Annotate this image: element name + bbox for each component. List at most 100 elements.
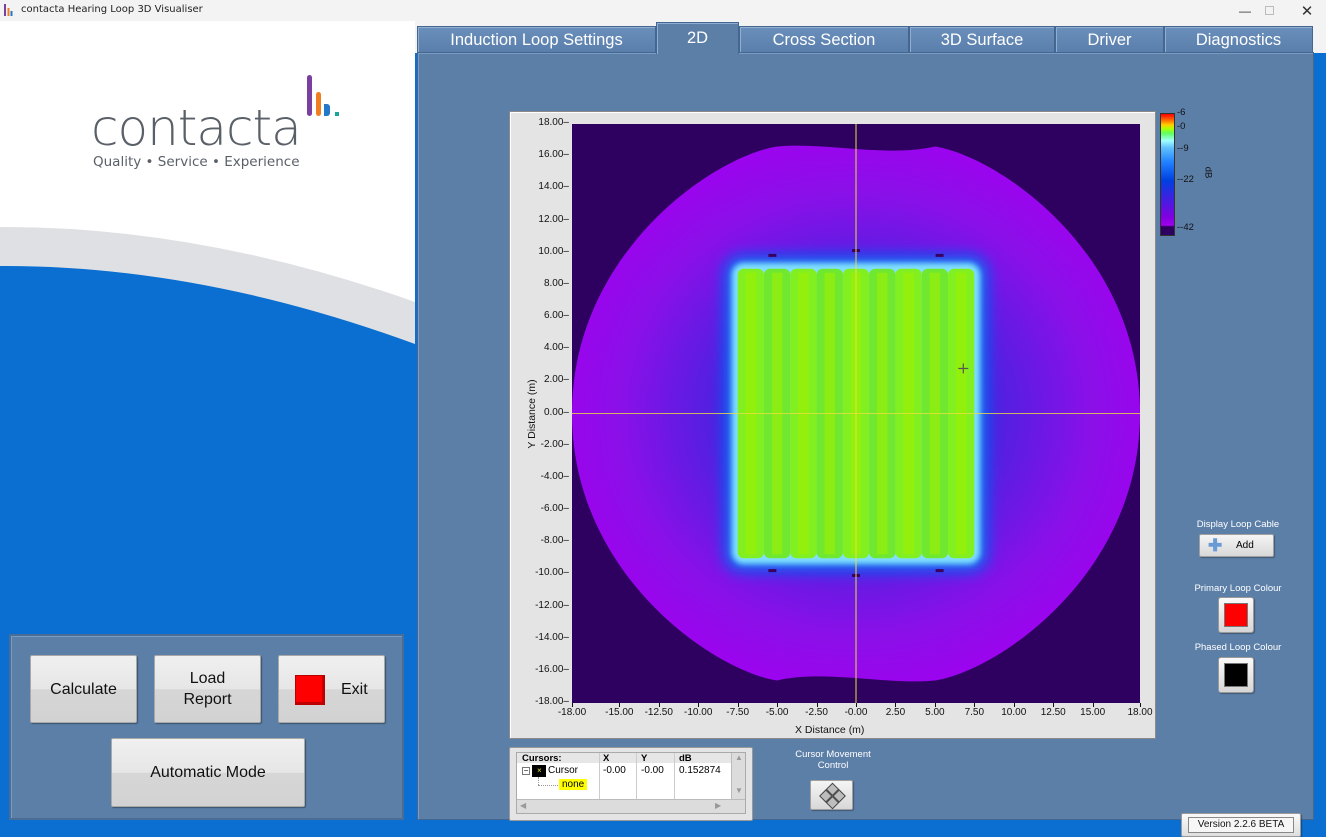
diamond-move-icon <box>819 782 846 810</box>
phased-loop-colour-label: Phased Loop Colour <box>1194 642 1282 653</box>
tab-label: Induction Loop Settings <box>450 30 623 49</box>
scroll-down-icon[interactable]: ▼ <box>735 786 743 795</box>
cursor-movement-label: Cursor Movement Control <box>778 749 888 771</box>
y-tick-label: 10.00– <box>538 245 569 257</box>
y-tick-label: -8.00– <box>540 535 569 547</box>
tab-label: Cross Section <box>772 30 876 49</box>
y-tick-label: 12.00– <box>538 213 569 225</box>
add-label: Add <box>1236 540 1254 551</box>
y-tick-label: -12.00– <box>535 599 569 611</box>
close-button[interactable]: ✕ <box>1284 0 1326 21</box>
db-header: dB <box>679 753 692 764</box>
app-icon <box>4 4 13 16</box>
scroll-left-icon[interactable]: ◀ <box>520 801 526 810</box>
x-tick-label: 15.00 <box>1080 707 1106 718</box>
main-area: Induction Loop Settings 2D Cross Section… <box>415 21 1326 837</box>
logo-text: contacta <box>91 99 302 157</box>
close-icon: ✕ <box>1300 2 1314 20</box>
colorbar-unit-label: dB <box>1202 166 1214 179</box>
loop-marker <box>768 253 777 257</box>
y-tick-label: -18.00– <box>535 696 569 707</box>
add-loop-cable-button[interactable]: ✚ Add <box>1199 534 1274 557</box>
primary-loop-colour-label: Primary Loop Colour <box>1194 583 1282 594</box>
loop-marker <box>935 253 944 257</box>
tab-diagnostics[interactable]: Diagnostics <box>1164 26 1313 53</box>
tab-driver[interactable]: Driver <box>1055 26 1164 53</box>
version-indicator: Version 2.2.6 BETA <box>1181 813 1301 837</box>
y-tick-label: -10.00– <box>535 567 569 579</box>
plot-area[interactable] <box>572 124 1140 703</box>
primary-loop-colour-button[interactable] <box>1218 597 1254 633</box>
version-text: Version 2.2.6 BETA <box>1188 817 1294 833</box>
x-axis-label: X Distance (m) <box>795 724 865 736</box>
tab-label: 2D <box>686 29 709 47</box>
heatmap-svg <box>572 124 1140 703</box>
tab-3d-surface[interactable]: 3D Surface <box>909 26 1055 53</box>
phased-colour-swatch <box>1224 663 1248 687</box>
vertical-scrollbar[interactable]: ▲ ▼ <box>731 753 745 799</box>
tab-bar: Induction Loop Settings 2D Cross Section… <box>415 21 1326 54</box>
collapse-icon[interactable]: − <box>522 767 530 775</box>
y-axis-label: Y Distance (m) <box>526 379 538 449</box>
horizontal-scrollbar[interactable]: ◀ ▶ <box>517 799 745 813</box>
y-tick-label: -14.00– <box>535 631 569 643</box>
cursor-legend: Cursors: X Y dB − × Cursor -0.00 -0.00 0… <box>509 747 753 821</box>
colorbar-tick-label: --22 <box>1177 174 1194 186</box>
plus-icon: ✚ <box>1208 536 1223 555</box>
left-panel: contacta Quality • Service • Experience … <box>0 21 415 828</box>
y-tick-label: 8.00– <box>543 277 569 289</box>
y-tick-label: -6.00– <box>540 503 569 514</box>
cursors-header: Cursors: <box>522 753 562 764</box>
load-report-button[interactable]: Load Report <box>154 655 261 723</box>
title-bar: contacta Hearing Loop 3D Visualiser — ✕ <box>0 0 1326 21</box>
cursor-y-value: -0.00 <box>641 765 664 776</box>
maximize-icon <box>1264 6 1274 15</box>
x-tick-label: 18.00 <box>1127 707 1153 718</box>
y-tick-label: 6.00– <box>543 310 569 321</box>
colorbar <box>1160 113 1175 236</box>
automatic-mode-button[interactable]: Automatic Mode <box>111 738 305 807</box>
exit-label: Exit <box>341 681 368 698</box>
tab-label: 3D Surface <box>940 30 1024 49</box>
cursor-movement-label-line2: Control <box>817 760 849 771</box>
cursor-movement-label-line1: Cursor Movement <box>795 749 871 760</box>
tab-label: Diagnostics <box>1195 30 1282 49</box>
y-tick-label: 4.00– <box>543 342 569 354</box>
cursor-style-icon[interactable]: × <box>532 765 546 777</box>
load-report-label-line1: Load <box>189 670 226 687</box>
tab-cross-section[interactable]: Cross Section <box>739 26 909 53</box>
primary-colour-swatch <box>1224 603 1248 627</box>
x-tick-label: -18.00 <box>557 707 587 718</box>
y-tick-label: 16.00– <box>538 149 569 161</box>
cursor-table: Cursors: X Y dB − × Cursor -0.00 -0.00 0… <box>516 752 746 814</box>
exit-button[interactable]: Exit <box>278 655 385 723</box>
field-strength-plot: 18.00– 16.00– 14.00– 12.00– 10.00– 8.00– 6.00–… <box>509 111 1156 739</box>
logo-mark-icon <box>307 75 339 116</box>
cursor-movement-button[interactable] <box>810 780 853 810</box>
exit-indicator-icon <box>295 675 325 705</box>
y-tick-label: -16.00– <box>535 663 569 675</box>
load-report-label-line2: Report <box>183 691 232 708</box>
scroll-up-icon[interactable]: ▲ <box>735 753 743 762</box>
cursor-snap-value[interactable]: none <box>559 779 588 790</box>
scroll-right-icon[interactable]: ▶ <box>715 801 721 810</box>
y-tick-label: -4.00– <box>540 470 569 482</box>
action-panel: Calculate Load Report Exit Automatic Mod… <box>9 634 404 820</box>
calculate-button[interactable]: Calculate <box>30 655 137 723</box>
colorbar-tick-label: -0 <box>1177 121 1186 133</box>
logo-tagline: Quality • Service • Experience <box>93 154 300 170</box>
phased-loop-colour-button[interactable] <box>1218 657 1254 693</box>
window-title: contacta Hearing Loop 3D Visualiser <box>21 4 203 15</box>
automatic-mode-label: Automatic Mode <box>150 764 266 781</box>
tab-label: Driver <box>1087 30 1132 49</box>
colorbar-tick-label: --42 <box>1177 222 1194 233</box>
cursor-db-value: 0.152874 <box>679 765 721 776</box>
cursor-name: Cursor <box>548 765 579 776</box>
tab-2d[interactable]: 2D <box>656 22 739 54</box>
y-tick-label: 14.00– <box>538 181 569 193</box>
tab-induction-loop-settings[interactable]: Induction Loop Settings <box>417 26 656 53</box>
colorbar-tick-label: --9 <box>1177 142 1189 154</box>
calculate-label: Calculate <box>50 680 117 698</box>
loop-marker <box>768 569 777 573</box>
loop-marker <box>935 569 944 573</box>
